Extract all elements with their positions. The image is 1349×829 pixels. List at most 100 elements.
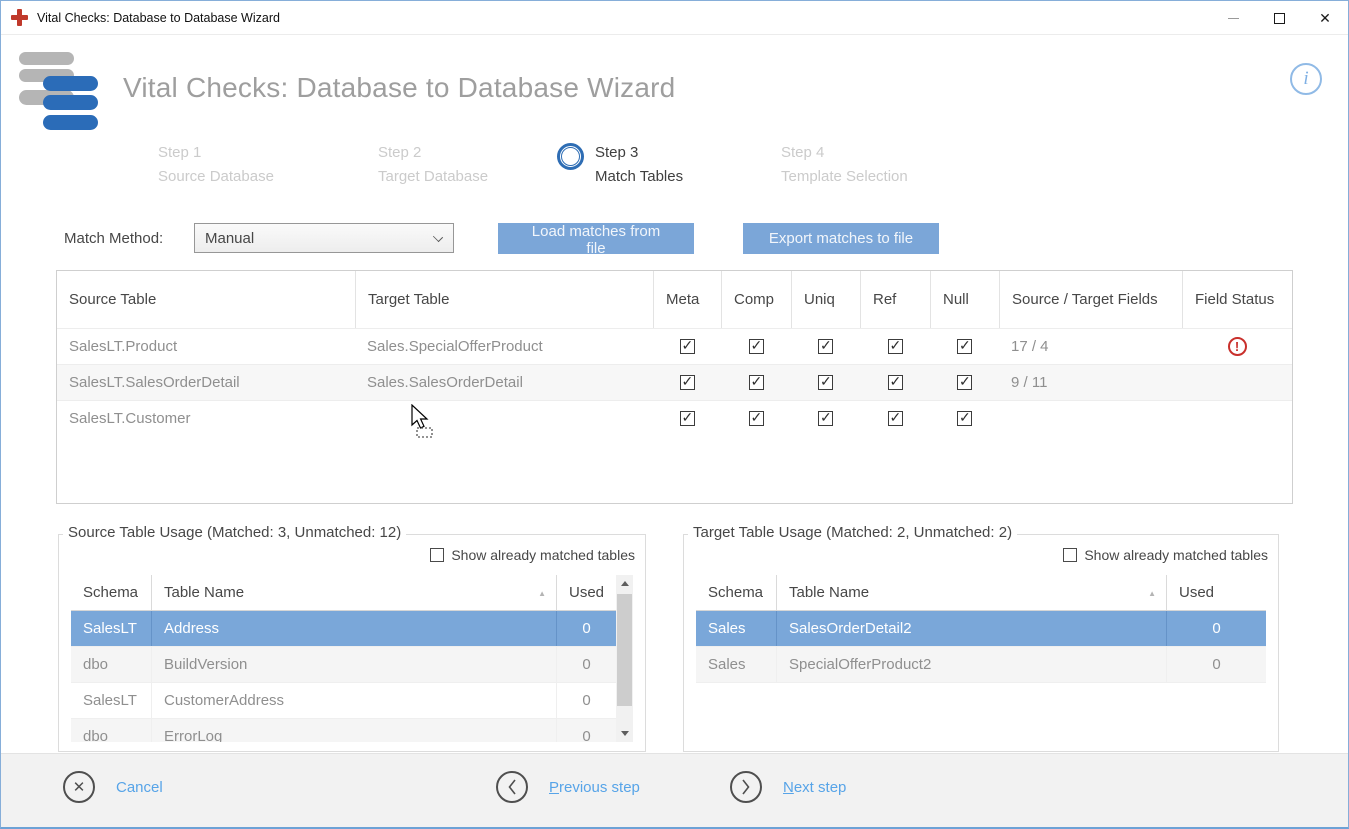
check-icon[interactable] [749, 375, 764, 390]
usage-table-row[interactable]: dbo ErrorLog 0 [71, 719, 616, 742]
step-3[interactable]: Step 3 Match Tables [557, 141, 683, 189]
footer-bar: ✕ Cancel Previous step Next step [1, 753, 1348, 827]
match-table-header: Source Table Target Table Meta Comp Uniq… [57, 271, 1292, 328]
error-status-icon: ! [1228, 337, 1247, 356]
target-show-matched-checkbox[interactable]: Show already matched tables [1063, 547, 1268, 563]
maximize-button[interactable] [1256, 1, 1302, 35]
scroll-up-icon[interactable] [616, 575, 633, 592]
check-icon[interactable] [680, 411, 695, 426]
col-schema[interactable]: Schema [696, 575, 776, 610]
checkbox-icon [1063, 548, 1077, 562]
col-comp: Comp [721, 271, 791, 328]
usage-table-row[interactable]: Sales SpecialOfferProduct2 0 [696, 647, 1266, 683]
match-table-row[interactable]: SalesLT.Product Sales.SpecialOfferProduc… [57, 328, 1292, 364]
cancel-circle-icon: ✕ [63, 771, 95, 803]
col-used[interactable]: Used [1166, 575, 1266, 610]
check-icon[interactable] [818, 339, 833, 354]
col-ref: Ref [860, 271, 930, 328]
col-schema[interactable]: Schema [71, 575, 151, 610]
step-2[interactable]: Step 2 Target Database [378, 141, 488, 189]
minimize-icon [1228, 18, 1239, 19]
match-method-label: Match Method: [64, 230, 194, 247]
table-name-cell: BuildVersion [151, 647, 556, 682]
used-count-cell: 0 [556, 719, 616, 742]
table-name-cell: ErrorLog [151, 719, 556, 742]
usage-table-row[interactable]: Sales SalesOrderDetail2 0 [696, 611, 1266, 647]
cancel-button[interactable]: ✕ Cancel [63, 771, 163, 803]
col-table-name[interactable]: Table Name ▲ [776, 575, 1166, 610]
previous-step-label: Previous step [549, 779, 640, 796]
chevron-down-icon [433, 232, 443, 242]
check-icon[interactable] [818, 375, 833, 390]
source-table-cell: SalesLT.SalesOrderDetail [57, 365, 355, 400]
check-icon[interactable] [957, 375, 972, 390]
step-4[interactable]: Step 4 Template Selection [781, 141, 908, 189]
app-window: Vital Checks: Database to Database Wizar… [0, 0, 1349, 829]
schema-cell: dbo [71, 719, 151, 742]
target-table-cell: Sales.SpecialOfferProduct [355, 329, 653, 364]
check-icon[interactable] [888, 375, 903, 390]
next-step-button[interactable]: Next step [730, 771, 846, 803]
table-name-cell: SalesOrderDetail2 [776, 611, 1166, 646]
schema-cell: dbo [71, 647, 151, 682]
check-icon[interactable] [957, 411, 972, 426]
check-icon[interactable] [749, 339, 764, 354]
check-icon[interactable] [957, 339, 972, 354]
sort-ascending-icon: ▲ [1148, 589, 1156, 598]
table-name-cell: CustomerAddress [151, 683, 556, 718]
active-step-ring-icon [557, 143, 584, 170]
export-matches-button[interactable]: Export matches to file [743, 223, 939, 254]
fields-count-cell: 9 / 11 [999, 365, 1182, 400]
header: Vital Checks: Database to Database Wizar… [1, 35, 1348, 141]
col-field-status: Field Status [1182, 271, 1292, 328]
previous-step-button[interactable]: Previous step [496, 771, 640, 803]
usage-table-row[interactable]: SalesLT CustomerAddress 0 [71, 683, 616, 719]
scroll-thumb[interactable] [617, 594, 632, 706]
table-name-cell: Address [151, 611, 556, 646]
check-icon[interactable] [680, 375, 695, 390]
fields-count-cell [999, 401, 1182, 436]
source-usage-scrollbar[interactable] [616, 575, 633, 742]
match-table-row[interactable]: SalesLT.SalesOrderDetail Sales.SalesOrde… [57, 364, 1292, 400]
info-icon[interactable]: i [1290, 63, 1322, 95]
col-target-table: Target Table [355, 271, 653, 328]
match-method-select[interactable]: Manual [194, 223, 454, 253]
check-icon[interactable] [888, 411, 903, 426]
check-icon[interactable] [818, 411, 833, 426]
usage-table-row[interactable]: dbo BuildVersion 0 [71, 647, 616, 683]
schema-cell: SalesLT [71, 683, 151, 718]
chevron-right-icon [730, 771, 762, 803]
load-matches-button[interactable]: Load matches from file [498, 223, 694, 254]
check-icon[interactable] [680, 339, 695, 354]
target-table-cell [355, 401, 653, 436]
target-usage-panel: Target Table Usage (Matched: 2, Unmatche… [683, 534, 1279, 752]
checkbox-icon [430, 548, 444, 562]
step-1[interactable]: Step 1 Source Database [158, 141, 274, 189]
source-table-cell: SalesLT.Customer [57, 401, 355, 436]
match-table-body: SalesLT.Product Sales.SpecialOfferProduc… [57, 328, 1292, 436]
col-table-name[interactable]: Table Name ▲ [151, 575, 556, 610]
used-count-cell: 0 [556, 611, 616, 646]
minimize-button[interactable] [1210, 1, 1256, 35]
field-status-cell [1182, 401, 1292, 436]
chevron-left-icon [496, 771, 528, 803]
step-indicator: Step 1 Source Database Step 2 Target Dat… [1, 141, 1348, 199]
field-status-cell [1182, 365, 1292, 400]
close-button[interactable]: ✕ [1302, 1, 1348, 35]
check-icon[interactable] [749, 411, 764, 426]
usage-table-row[interactable]: SalesLT Address 0 [71, 611, 616, 647]
app-logo [19, 51, 101, 133]
source-show-matched-checkbox[interactable]: Show already matched tables [430, 547, 635, 563]
check-icon[interactable] [888, 339, 903, 354]
target-usage-header: Schema Table Name ▲ Used [696, 575, 1266, 611]
field-status-cell: ! [1182, 329, 1292, 364]
source-usage-title: Source Table Usage (Matched: 3, Unmatche… [63, 524, 406, 541]
col-source-table: Source Table [57, 271, 355, 328]
source-usage-panel: Source Table Usage (Matched: 3, Unmatche… [58, 534, 646, 752]
scroll-down-icon[interactable] [616, 725, 633, 742]
match-table-row[interactable]: SalesLT.Customer [57, 400, 1292, 436]
usage-panels: Source Table Usage (Matched: 3, Unmatche… [58, 534, 1348, 752]
col-used[interactable]: Used [556, 575, 616, 610]
used-count-cell: 0 [1166, 611, 1266, 646]
fields-count-cell: 17 / 4 [999, 329, 1182, 364]
